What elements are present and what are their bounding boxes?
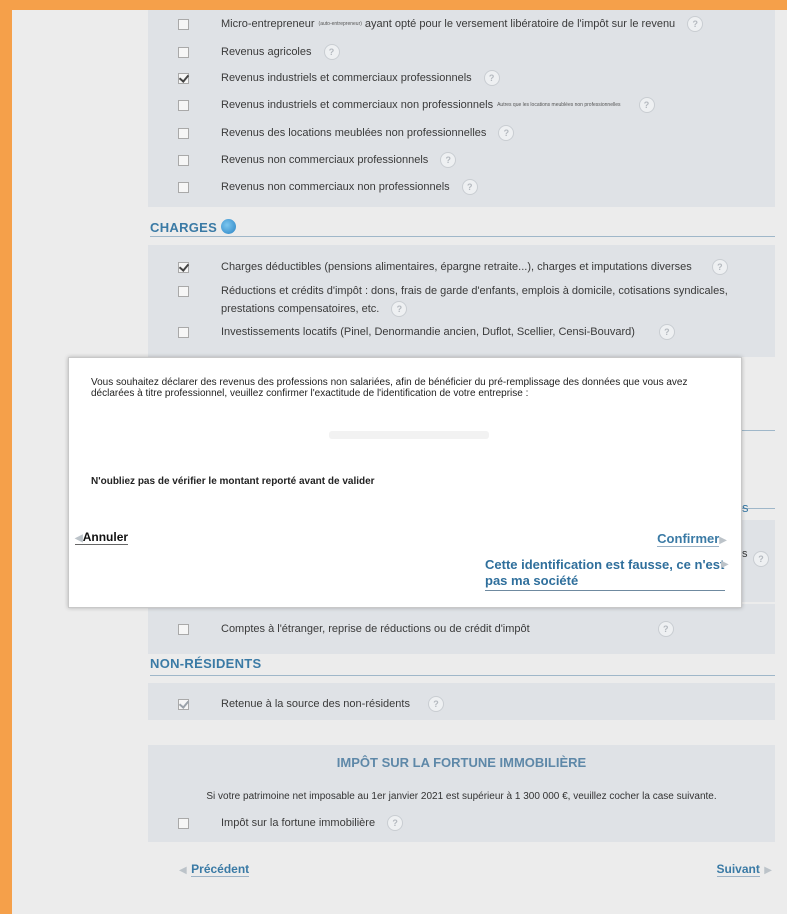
checkbox[interactable] <box>178 623 189 635</box>
divider <box>150 236 775 237</box>
label-note: (auto-entrepreneur) <box>318 21 362 27</box>
help-icon[interactable]: ? <box>391 301 408 317</box>
cancel-label: Annuler <box>82 530 129 544</box>
dialog-warning: N'oubliez pas de vérifier le montant rep… <box>91 476 375 487</box>
label: Comptes à l'étranger, reprise de réducti… <box>221 623 530 635</box>
income-row-bic-nonpro[interactable]: Revenus industriels et commerciaux non p… <box>178 95 655 115</box>
help-icon[interactable]: ? <box>711 259 728 275</box>
label: Revenus non commerciaux professionnels <box>221 154 429 166</box>
help-icon[interactable]: ? <box>461 179 478 195</box>
help-icon[interactable]: ? <box>427 696 444 712</box>
label-block: Réductions et crédits d'impôt : dons, fr… <box>221 282 728 318</box>
label-cont: ayant opté pour le versement libératoire… <box>364 18 676 30</box>
arrow-right-icon: ▶ <box>719 535 727 546</box>
help-icon[interactable]: ? <box>387 815 404 831</box>
next-label[interactable]: Suivant <box>716 862 760 877</box>
help-icon[interactable]: ? <box>323 44 340 60</box>
confirm-label[interactable]: Confirmer <box>657 531 720 547</box>
label: Investissements locatifs (Pinel, Denorma… <box>221 326 635 338</box>
checkbox[interactable] <box>178 181 189 193</box>
charges-heading: CHARGES <box>150 219 237 235</box>
divider <box>150 675 775 676</box>
help-icon[interactable]: ? <box>753 551 769 567</box>
prev-label[interactable]: Précédent <box>191 862 250 877</box>
arrow-right-icon: ▶ <box>764 865 772 876</box>
nonresidents-heading: NON-RÉSIDENTS <box>150 656 262 671</box>
charges-row-investissements[interactable]: Investissements locatifs (Pinel, Denorma… <box>178 322 675 342</box>
globe-icon[interactable] <box>221 219 237 234</box>
charges-title: CHARGES <box>150 220 218 235</box>
charges-row-reductions[interactable]: Réductions et crédits d'impôt : dons, fr… <box>178 282 728 318</box>
next-link[interactable]: Suivant ▶ <box>716 860 772 878</box>
label: Revenus industriels et commerciaux non p… <box>221 99 494 111</box>
checkbox[interactable] <box>178 154 189 166</box>
help-icon[interactable]: ? <box>638 97 655 113</box>
income-row-bic-pro[interactable]: Revenus industriels et commerciaux profe… <box>178 68 500 88</box>
wrong-identification-label: Cette identification est fausse, ce n'es… <box>485 557 725 588</box>
income-row-agricoles[interactable]: Revenus agricoles ? <box>178 42 340 62</box>
income-row-bnc-pro[interactable]: Revenus non commerciaux professionnels ? <box>178 150 457 170</box>
income-row-bnc-nonpro[interactable]: Revenus non commerciaux non professionne… <box>178 177 478 197</box>
income-row-micro[interactable]: Micro-entrepreneur (auto-entrepreneur) a… <box>178 14 704 34</box>
label: Revenus des locations meublées non profe… <box>221 127 487 139</box>
cancel-button[interactable]: ◀Annuler <box>75 530 129 545</box>
nonresidents-row[interactable]: Retenue à la source des non-résidents ? <box>178 694 444 714</box>
ifi-text: Si votre patrimoine net imposable au 1er… <box>206 791 717 802</box>
prev-link[interactable]: ◀ Précédent <box>179 860 250 878</box>
checkbox-checked[interactable] <box>178 72 189 84</box>
charges-row-deductibles[interactable]: Charges déductibles (pensions alimentair… <box>178 257 728 277</box>
checkbox[interactable] <box>178 99 189 111</box>
checkbox-checked[interactable] <box>178 698 189 710</box>
label-note: Autres que les locations meublées non pr… <box>497 102 621 108</box>
checkbox[interactable] <box>178 46 189 58</box>
help-icon[interactable]: ? <box>498 125 515 141</box>
partial-heading-tail: s <box>742 500 749 515</box>
checkbox[interactable] <box>178 817 189 829</box>
confirmation-dialog: Vous souhaitez déclarer des revenus des … <box>68 357 742 608</box>
label: Retenue à la source des non-résidents <box>221 698 410 710</box>
checkbox[interactable] <box>178 127 189 139</box>
confirm-button[interactable]: Confirmer▶ <box>657 530 727 548</box>
checkbox-checked[interactable] <box>178 261 189 273</box>
label: Charges déductibles (pensions alimentair… <box>221 261 692 273</box>
income-row-lmnp[interactable]: Revenus des locations meublées non profe… <box>178 123 515 143</box>
label: Micro-entrepreneur <box>221 18 315 30</box>
arrow-left-icon: ◀ <box>179 865 187 876</box>
label: Revenus agricoles <box>221 46 312 58</box>
label: Réductions et crédits d'impôt : dons, fr… <box>221 285 728 297</box>
help-icon[interactable]: ? <box>658 324 675 340</box>
help-icon[interactable]: ? <box>440 152 457 168</box>
partial-row-tail: s <box>742 548 748 560</box>
wrong-identification-link[interactable]: Cette identification est fausse, ce n'es… <box>485 557 725 591</box>
help-icon[interactable]: ? <box>687 16 704 32</box>
label-cont: prestations compensatoires, etc. <box>221 303 380 315</box>
label: Revenus non commerciaux non professionne… <box>221 181 450 193</box>
help-icon[interactable]: ? <box>483 70 500 86</box>
ifi-row[interactable]: Impôt sur la fortune immobilière ? <box>178 813 404 833</box>
dialog-message: Vous souhaitez déclarer des revenus des … <box>91 377 688 399</box>
checkbox[interactable] <box>178 286 189 297</box>
foreign-row[interactable]: Comptes à l'étranger, reprise de réducti… <box>178 619 674 639</box>
checkbox[interactable] <box>178 18 189 30</box>
label: Impôt sur la fortune immobilière <box>221 817 376 829</box>
arrow-left-icon: ◀ <box>75 533 83 544</box>
checkbox[interactable] <box>178 326 189 338</box>
arrow-right-icon: ▶ <box>721 559 729 570</box>
label: Revenus industriels et commerciaux profe… <box>221 72 472 84</box>
help-icon[interactable]: ? <box>657 621 674 637</box>
company-identification-placeholder <box>329 431 489 439</box>
ifi-heading: IMPÔT SUR LA FORTUNE IMMOBILIÈRE <box>336 755 587 770</box>
